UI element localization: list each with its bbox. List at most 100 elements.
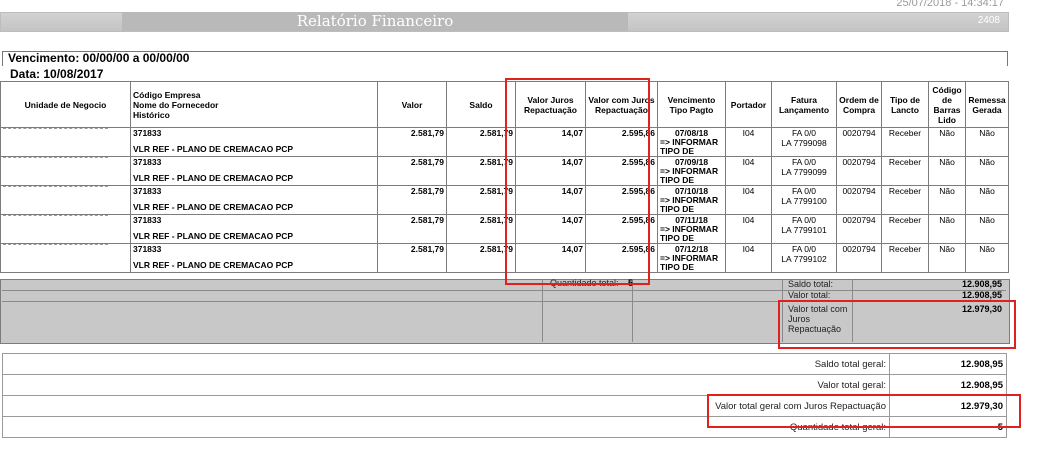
redacted-line [3,186,108,187]
grand-total-label: Saldo total geral: [2,353,890,375]
fatura-cell: FA 0/0 LA 7799099 [771,156,837,186]
unidade-cell [0,156,131,186]
lancamento: LA 7799102 [781,254,827,264]
grand-total-value: 12.908,95 [889,374,1007,396]
unidade-cell [0,214,131,244]
unidade-cell [0,127,131,157]
venc-tipo: => INFORMAR TIPO DE [660,253,719,272]
valor-total-value: 12.908,95 [961,290,1002,300]
col-vencimento: Vencimento Tipo Pagto [657,81,726,128]
codigo-empresa: 371833 [133,215,162,226]
fatura-cell: FA 0/0 LA 7799102 [771,243,837,273]
historico: VLR REF - PLANO DE CREMACAO PCP [133,202,294,212]
juros-total-highlight [778,300,1016,349]
vencimento-cell: 07/10/18 => INFORMAR TIPO DE [657,185,726,215]
ordem-cell: 0020794 [836,156,882,186]
barras-cell: Não [928,243,966,273]
venc-tipo: => INFORMAR TIPO DE [660,166,719,185]
venc-tipo: => INFORMAR TIPO DE [660,137,719,156]
codigo-empresa: 371833 [133,128,162,139]
vencimento-cell: 07/11/18 => INFORMAR TIPO DE [657,214,726,244]
saldo-total-value: 12.908,95 [961,279,1002,289]
fatura: FA 0/0 [791,244,817,255]
remessa-cell: Não [965,214,1009,244]
grand-juros-highlight [707,394,1021,428]
vencimento-cell: 07/09/18 => INFORMAR TIPO DE [657,156,726,186]
remessa-cell: Não [965,243,1009,273]
codigo-cell: 371833 VLR REF - PLANO DE CREMACAO PCP [130,127,378,157]
barras-cell: Não [928,185,966,215]
tipo-cell: Receber [881,243,929,273]
portador-cell: I04 [725,156,772,186]
codigo-empresa: 371833 [133,244,162,255]
vencimento-cell: 07/12/18 => INFORMAR TIPO DE [657,243,726,273]
saldo-total-label: Saldo total: [788,279,834,289]
col-historico-label: Histórico [133,109,170,120]
valor-cell: 2.581,79 [377,243,447,273]
codigo-empresa: 371833 [133,157,162,168]
historico: VLR REF - PLANO DE CREMACAO PCP [133,144,294,154]
grand-total-label: Valor total geral: [2,374,890,396]
grand-total-row: Saldo total geral: 12.908,95 [2,353,1007,375]
lancamento: LA 7799100 [781,196,827,206]
vencimento-cell: 07/08/18 => INFORMAR TIPO DE [657,127,726,157]
valor-cell: 2.581,79 [377,156,447,186]
grand-total-row: Valor total geral: 12.908,95 [2,374,1007,396]
codigo-cell: 371833 VLR REF - PLANO DE CREMACAO PCP [130,214,378,244]
data-filter: Data: 10/08/2017 [10,67,104,81]
remessa-cell: Não [965,127,1009,157]
codigo-cell: 371833 VLR REF - PLANO DE CREMACAO PCP [130,156,378,186]
fatura: FA 0/0 [791,157,817,168]
portador-cell: I04 [725,127,772,157]
venc-tipo: => INFORMAR TIPO DE [660,195,719,214]
col-tipo-lancto: Tipo de Lancto [881,81,929,128]
fatura-cell: FA 0/0 LA 7799101 [771,214,837,244]
fatura: FA 0/0 [791,215,817,226]
col-codigo: Código Empresa Nome do Fornecedor Histór… [130,81,378,128]
totals-divider [632,279,633,342]
lancamento: LA 7799101 [781,225,827,235]
report-code: 2408 [977,15,1000,26]
col-codigo-label: Código Empresa [133,89,201,100]
valor-cell: 2.581,79 [377,214,447,244]
tipo-cell: Receber [881,214,929,244]
valor-cell: 2.581,79 [377,127,447,157]
col-portador: Portador [725,81,772,128]
fatura-cell: FA 0/0 LA 7799100 [771,185,837,215]
col-fatura: Fatura Lançamento [771,81,837,128]
unidade-cell [0,185,131,215]
fatura-cell: FA 0/0 LA 7799098 [771,127,837,157]
col-valor: Valor [377,81,447,128]
ordem-cell: 0020794 [836,185,882,215]
remessa-cell: Não [965,185,1009,215]
codigo-cell: 371833 VLR REF - PLANO DE CREMACAO PCP [130,243,378,273]
lancamento: LA 7799098 [781,138,827,148]
unidade-cell [0,243,131,273]
fatura: FA 0/0 [791,128,817,139]
historico: VLR REF - PLANO DE CREMACAO PCP [133,260,294,270]
barras-cell: Não [928,127,966,157]
tipo-cell: Receber [881,127,929,157]
col-remessa: Remessa Gerada [965,81,1009,128]
historico: VLR REF - PLANO DE CREMACAO PCP [133,231,294,241]
historico: VLR REF - PLANO DE CREMACAO PCP [133,173,294,183]
portador-cell: I04 [725,214,772,244]
redacted-line [3,244,108,245]
juros-columns-highlight [505,78,650,285]
grand-total-value: 12.908,95 [889,353,1007,375]
totals-divider [2,290,1006,291]
ordem-cell: 0020794 [836,214,882,244]
col-ordem: Ordem de Compra [836,81,882,128]
barras-cell: Não [928,156,966,186]
redacted-line [3,157,108,158]
valor-total-label: Valor total: [788,290,831,300]
portador-cell: I04 [725,185,772,215]
col-barras: Código de Barras Lido [928,81,966,128]
vencimento-filter: Vencimento: 00/00/00 a 00/00/00 [8,51,190,65]
venc-tipo: => INFORMAR TIPO DE [660,224,719,243]
portador-cell: I04 [725,243,772,273]
valor-cell: 2.581,79 [377,185,447,215]
codigo-empresa: 371833 [133,186,162,197]
tipo-cell: Receber [881,185,929,215]
col-unidade: Unidade de Negocio [0,81,131,128]
